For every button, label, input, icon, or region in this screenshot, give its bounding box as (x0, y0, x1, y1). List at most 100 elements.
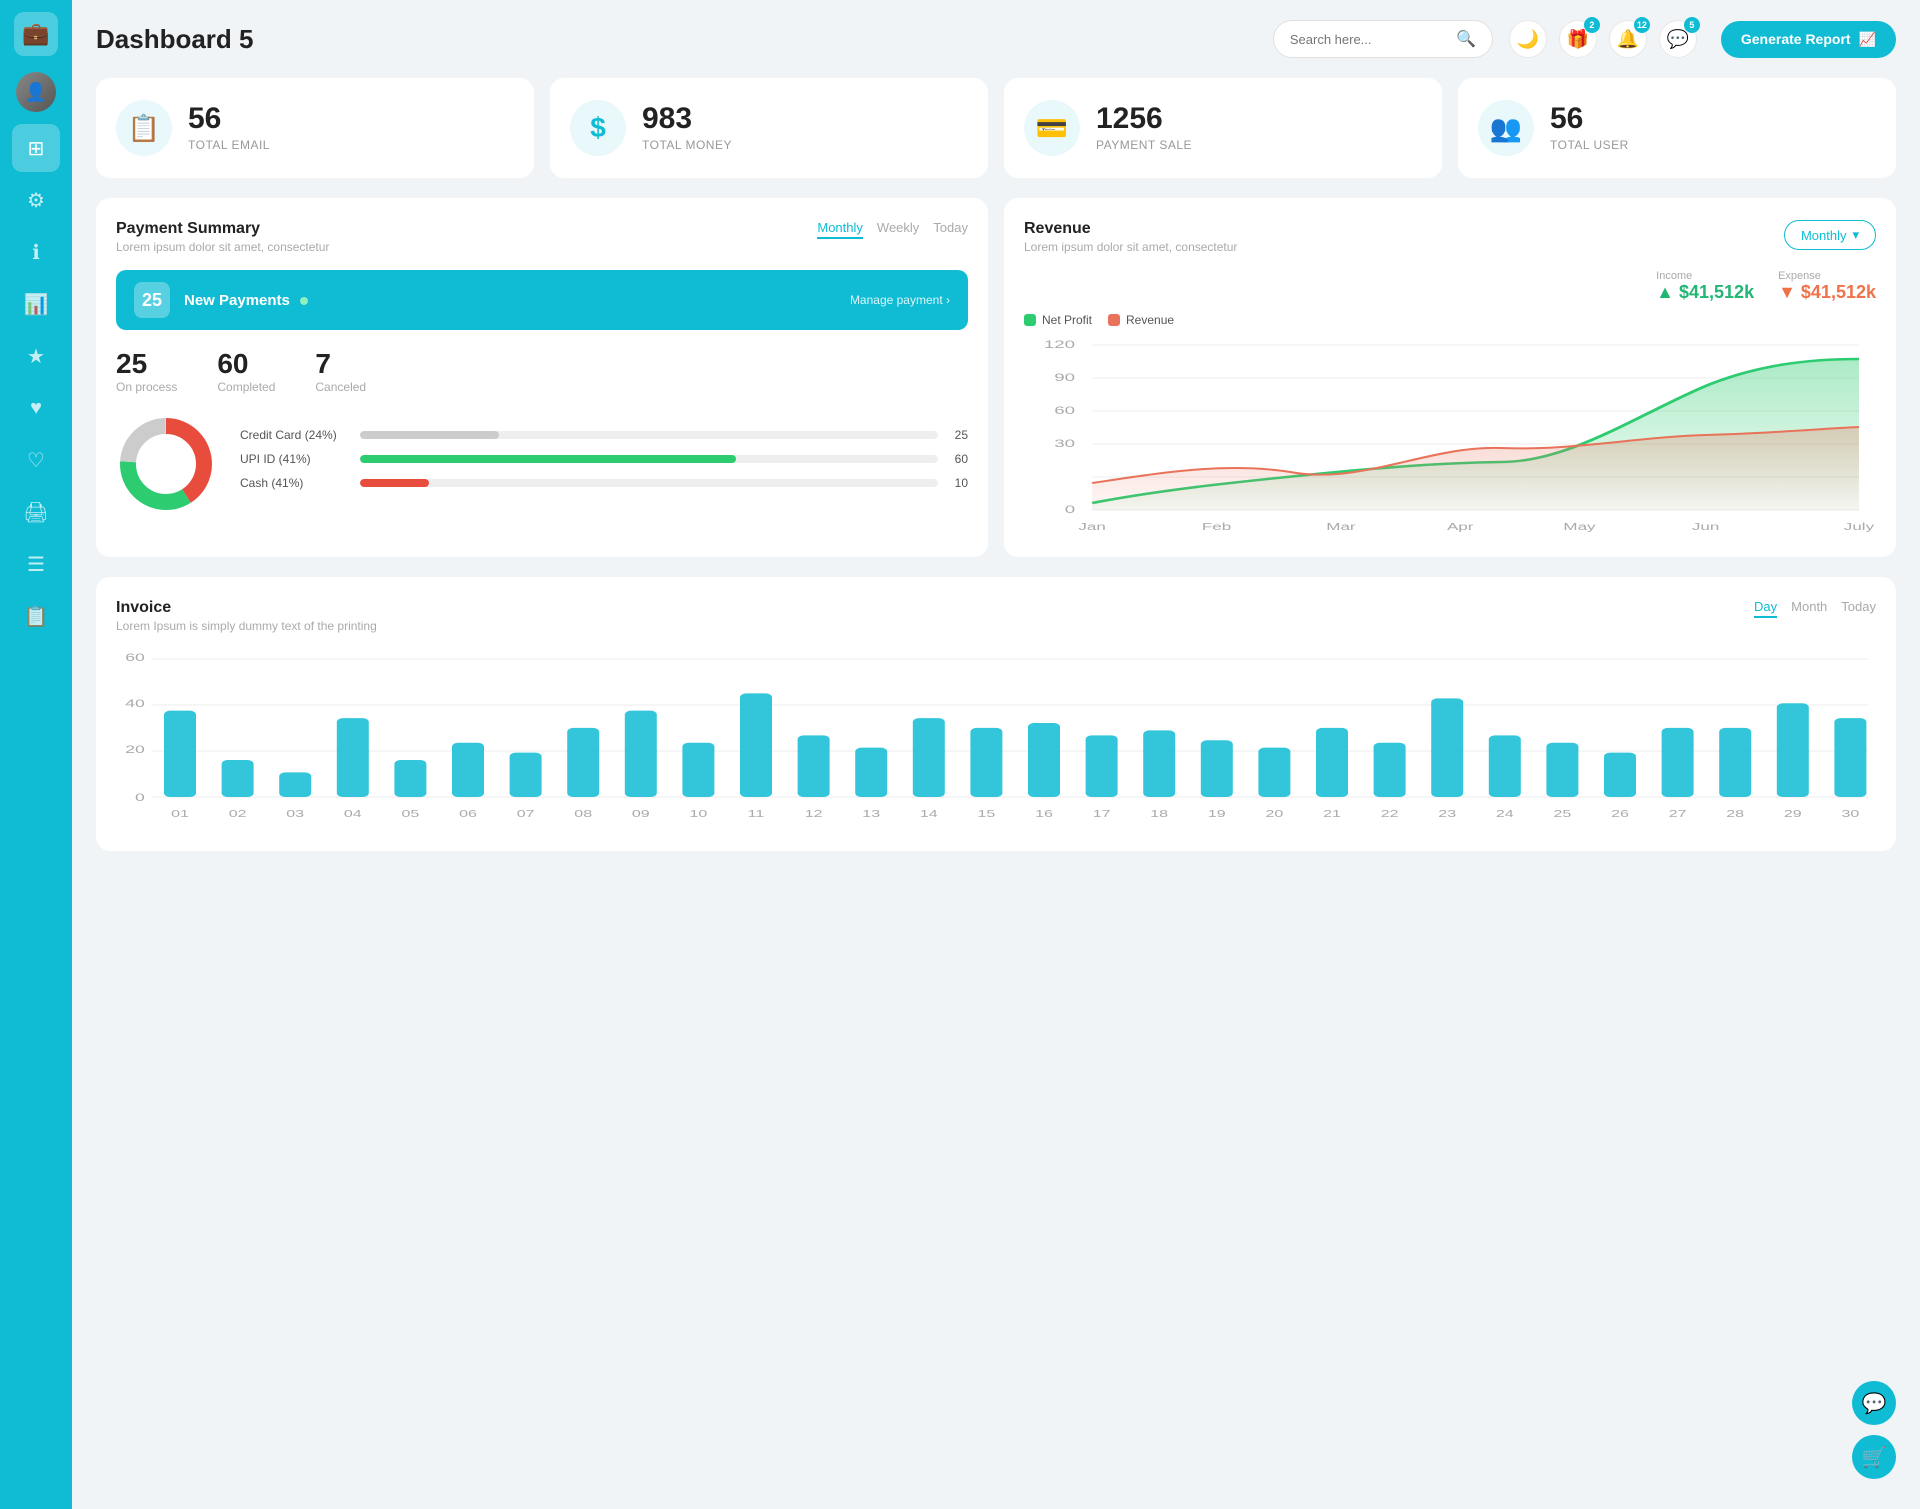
invoice-tabs: Day Month Today (1754, 599, 1876, 618)
on-process-label: On process (116, 380, 177, 394)
dropdown-label: Monthly (1801, 228, 1847, 243)
revenue-panel: Revenue Lorem ipsum dolor sit amet, cons… (1004, 198, 1896, 557)
upi-fill (360, 455, 736, 463)
manage-payment-link[interactable]: Manage payment › (850, 293, 950, 307)
stat-canceled: 7 Canceled (315, 348, 366, 394)
svg-text:28: 28 (1726, 808, 1744, 819)
user-avatar[interactable]: 👤 (16, 72, 56, 112)
chat-button[interactable]: 💬 5 (1659, 20, 1697, 58)
svg-text:0: 0 (135, 792, 145, 804)
page-title: Dashboard 5 (96, 24, 1273, 55)
invoice-title: Invoice (116, 599, 377, 617)
sidebar-item-docs[interactable]: 📋 (12, 592, 60, 640)
email-label: TOTAL EMAIL (188, 138, 270, 152)
payment-summary-title: Payment Summary (116, 220, 329, 238)
revenue-dot (1108, 314, 1120, 326)
generate-report-button[interactable]: Generate Report 📈 (1721, 21, 1896, 58)
stat-card-email: 📋 56 TOTAL EMAIL (96, 78, 534, 178)
svg-text:14: 14 (920, 808, 938, 819)
svg-text:08: 08 (574, 808, 592, 819)
gift-button[interactable]: 🎁 2 (1559, 20, 1597, 58)
payment-summary-panel: Payment Summary Lorem ipsum dolor sit am… (96, 198, 988, 557)
sidebar-logo[interactable]: 💼 (14, 12, 58, 56)
revenue-subtitle: Lorem ipsum dolor sit amet, consectetur (1024, 240, 1237, 254)
revenue-legend: Net Profit Revenue (1024, 313, 1876, 327)
svg-text:13: 13 (862, 808, 880, 819)
payment-stats-row: 25 On process 60 Completed 7 Canceled (116, 348, 968, 394)
email-icon: 📋 (116, 100, 172, 156)
expense-value: ▼ $41,512k (1778, 282, 1876, 303)
header: Dashboard 5 🔍 🌙 🎁 2 🔔 12 💬 5 Generate Re (96, 20, 1896, 58)
progress-creditcard: Credit Card (24%) 25 (240, 428, 968, 442)
new-payments-label: New Payments (184, 292, 836, 309)
svg-text:30: 30 (1842, 808, 1860, 819)
svg-text:01: 01 (171, 808, 189, 819)
money-number: 983 (642, 104, 732, 134)
svg-text:22: 22 (1381, 808, 1399, 819)
sidebar-item-settings[interactable]: ⚙ (12, 176, 60, 224)
cash-label: Cash (41%) (240, 476, 350, 490)
sidebar-item-heart1[interactable]: ♥ (12, 384, 60, 432)
creditcard-fill (360, 431, 499, 439)
new-payments-bar: 25 New Payments Manage payment › (116, 270, 968, 330)
revenue-monthly-dropdown[interactable]: Monthly ▾ (1784, 220, 1876, 250)
svg-text:26: 26 (1611, 808, 1629, 819)
chat-badge: 5 (1684, 17, 1700, 33)
gift-badge: 2 (1584, 17, 1600, 33)
sidebar-item-list[interactable]: ☰ (12, 540, 60, 588)
sidebar-item-print[interactable]: 🖨 (12, 488, 60, 536)
sidebar-item-heart2[interactable]: ♡ (12, 436, 60, 484)
progress-list: Credit Card (24%) 25 UPI ID (41%) 60 (240, 428, 968, 500)
search-icon: 🔍 (1456, 29, 1476, 49)
sidebar-item-info[interactable]: ℹ (12, 228, 60, 276)
svg-text:05: 05 (402, 808, 420, 819)
svg-text:120: 120 (1044, 339, 1075, 351)
user-number: 56 (1550, 104, 1629, 134)
logo-icon: 💼 (22, 21, 49, 47)
tab-weekly[interactable]: Weekly (877, 220, 919, 239)
chart-icon: 📈 (1859, 31, 1876, 48)
money-icon: $ (570, 100, 626, 156)
dark-mode-toggle[interactable]: 🌙 (1509, 20, 1547, 58)
payment-number: 1256 (1096, 104, 1192, 134)
sidebar-item-star[interactable]: ★ (12, 332, 60, 380)
svg-text:18: 18 (1150, 808, 1168, 819)
fab-cart-button[interactable]: 🛒 (1852, 1435, 1896, 1479)
sidebar-item-home[interactable]: ⊞ (12, 124, 60, 172)
payment-label: PAYMENT SALE (1096, 138, 1192, 152)
stat-card-money: $ 983 TOTAL MONEY (550, 78, 988, 178)
svg-text:30: 30 (1054, 438, 1075, 450)
legend-revenue: Revenue (1108, 313, 1174, 327)
expense-arrow-icon: ▼ (1778, 282, 1796, 302)
svg-text:06: 06 (459, 808, 477, 819)
bell-button[interactable]: 🔔 12 (1609, 20, 1647, 58)
fab-chat-button[interactable]: 💬 (1852, 1381, 1896, 1425)
stat-on-process: 25 On process (116, 348, 177, 394)
tab-monthly[interactable]: Monthly (817, 220, 863, 239)
payment-breakdown: Credit Card (24%) 25 UPI ID (41%) 60 (116, 414, 968, 514)
chat-icon: 💬 (1667, 29, 1689, 50)
cash-count: 10 (948, 476, 968, 490)
tab-today[interactable]: Today (933, 220, 968, 239)
revenue-chart: 120 90 60 30 0 (1024, 335, 1876, 535)
search-input[interactable] (1290, 32, 1448, 47)
creditcard-label: Credit Card (24%) (240, 428, 350, 442)
svg-text:40: 40 (125, 698, 145, 710)
svg-text:Jun: Jun (1692, 521, 1719, 532)
sidebar-item-analytics[interactable]: 📊 (12, 280, 60, 328)
revenue-header: Revenue Lorem ipsum dolor sit amet, cons… (1024, 220, 1876, 254)
tab-today-invoice[interactable]: Today (1841, 599, 1876, 618)
search-bar[interactable]: 🔍 (1273, 20, 1493, 58)
tab-day[interactable]: Day (1754, 599, 1777, 618)
stat-completed: 60 Completed (217, 348, 275, 394)
svg-text:20: 20 (125, 744, 145, 756)
income-block: Income ▲ $41,512k (1656, 270, 1754, 303)
svg-text:Jan: Jan (1078, 521, 1105, 532)
payment-summary-subtitle: Lorem ipsum dolor sit amet, consectetur (116, 240, 329, 254)
svg-text:10: 10 (690, 808, 708, 819)
expense-label: Expense (1778, 270, 1876, 282)
tab-month[interactable]: Month (1791, 599, 1827, 618)
net-profit-dot (1024, 314, 1036, 326)
progress-cash: Cash (41%) 10 (240, 476, 968, 490)
payment-summary-header: Payment Summary Lorem ipsum dolor sit am… (116, 220, 968, 254)
